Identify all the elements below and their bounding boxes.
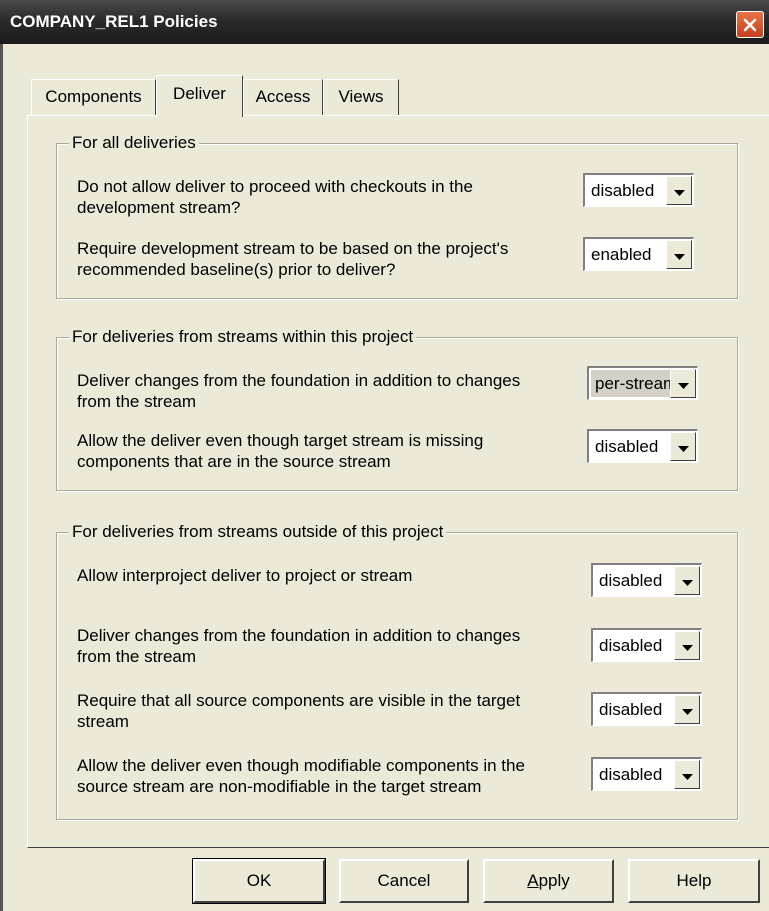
dropdown-value: disabled <box>599 765 663 784</box>
chevron-down-icon <box>681 571 693 591</box>
chevron-down-icon <box>681 636 693 656</box>
chevron-down-icon <box>673 245 685 265</box>
tab-deliver[interactable]: Deliver <box>156 75 243 117</box>
dropdown-button[interactable] <box>674 566 700 595</box>
tab-components[interactable]: Components <box>31 79 156 115</box>
cancel-button[interactable]: Cancel <box>339 859 469 903</box>
chevron-down-icon <box>681 765 693 785</box>
dropdown-value: disabled <box>595 437 659 456</box>
ok-button-label: OK <box>246 871 272 890</box>
policy-label: Require development stream to be based o… <box>77 239 509 279</box>
policy-dropdown[interactable]: disabled <box>591 563 702 597</box>
help-button[interactable]: Help <box>628 859 760 903</box>
dropdown-value: enabled <box>591 245 652 264</box>
tab-access[interactable]: Access <box>243 79 323 115</box>
dropdown-button[interactable] <box>674 631 700 660</box>
close-icon <box>743 18 757 32</box>
dropdown-value: disabled <box>599 700 663 719</box>
chevron-down-icon <box>681 700 693 720</box>
window-frame-left <box>0 44 3 911</box>
chevron-down-icon <box>677 374 689 394</box>
group-title: For deliveries from streams outside of t… <box>69 521 447 543</box>
policy-label: Do not allow deliver to proceed with che… <box>77 177 473 217</box>
dropdown-button[interactable] <box>674 760 700 789</box>
chevron-down-icon <box>673 181 685 201</box>
dropdown-button[interactable] <box>666 240 692 269</box>
ok-button[interactable]: OK <box>192 858 326 904</box>
close-button[interactable] <box>736 11 764 38</box>
policy-label: Allow the deliver even though modifiable… <box>77 756 525 796</box>
tab-access-label: Access <box>255 87 311 106</box>
policy-dropdown[interactable]: disabled <box>591 692 702 726</box>
dropdown-button[interactable] <box>674 695 700 724</box>
window-title: COMPANY_REL1 Policies <box>10 12 218 31</box>
dropdown-value: disabled <box>599 636 663 655</box>
dropdown-value: disabled <box>599 571 663 590</box>
help-button-label: Help <box>676 871 712 890</box>
tab-views[interactable]: Views <box>323 79 399 115</box>
dropdown-button[interactable] <box>670 369 696 398</box>
apply-button[interactable]: Apply <box>483 859 614 903</box>
group-title: For all deliveries <box>69 132 199 154</box>
dropdown-value: per-stream <box>591 370 670 397</box>
tab-components-label: Components <box>45 87 142 106</box>
dropdown-value: disabled <box>591 181 655 200</box>
dropdown-button[interactable] <box>666 176 692 205</box>
tab-views-label: Views <box>338 87 384 106</box>
policy-label: Require that all source components are v… <box>77 691 521 731</box>
policy-label: Allow the deliver even though target str… <box>77 431 484 471</box>
policy-dropdown[interactable]: disabled <box>587 429 698 463</box>
cancel-button-label: Cancel <box>377 871 431 890</box>
policy-label: Deliver changes from the foundation in a… <box>77 371 521 411</box>
policy-label: Deliver changes from the foundation in a… <box>77 626 521 666</box>
apply-button-label: Apply <box>527 871 570 890</box>
policy-dropdown[interactable]: enabled <box>583 237 694 271</box>
dropdown-button[interactable] <box>670 432 696 461</box>
policy-dropdown[interactable]: per-stream <box>587 366 698 400</box>
policy-dropdown[interactable]: disabled <box>583 173 694 207</box>
group-title: For deliveries from streams within this … <box>69 326 417 348</box>
tab-deliver-label: Deliver <box>173 84 226 103</box>
policy-dropdown[interactable]: disabled <box>591 757 702 791</box>
chevron-down-icon <box>677 437 689 457</box>
policy-dropdown[interactable]: disabled <box>591 628 702 662</box>
title-bar: COMPANY_REL1 Policies <box>0 0 769 44</box>
policy-label: Allow interproject deliver to project or… <box>77 566 413 585</box>
